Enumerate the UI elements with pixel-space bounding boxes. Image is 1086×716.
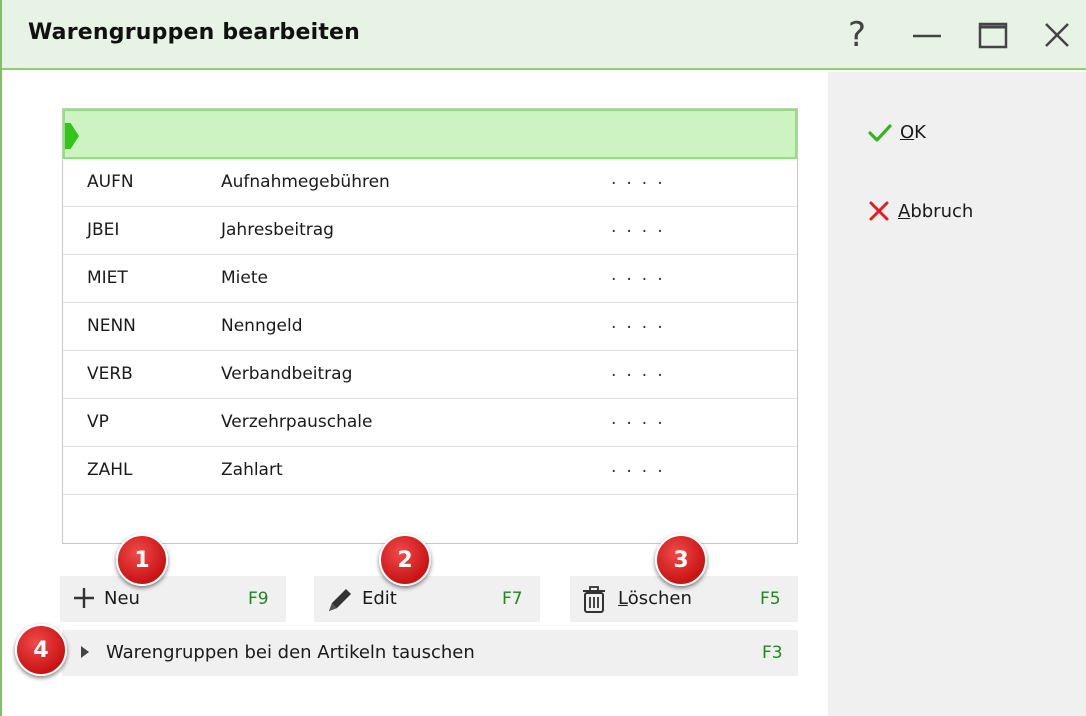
delete-label: Löschen [618,588,692,609]
swap-groups-button[interactable]: Warengruppen bei den Artikeln tauschen F… [62,630,798,676]
selected-empty-row[interactable] [63,109,797,159]
cancel-x-icon [869,201,889,221]
table-row[interactable]: VERB Verbandbeitrag .... [63,351,797,399]
maximize-icon [978,22,1008,49]
swap-groups-shortcut: F3 [762,643,783,663]
dialog-window: Warengruppen bearbeiten ? OK Abbruch AUF… [0,0,1086,716]
pencil-icon [329,589,351,611]
cancel-label: Abbruch [898,200,974,222]
row-dots: .... [611,361,673,381]
cancel-button[interactable]: Abbruch [868,200,973,222]
help-button[interactable]: ? [832,10,882,60]
row-code: ZAHL [87,460,133,480]
new-shortcut: F9 [248,589,269,609]
trash-icon [583,586,605,613]
table-row[interactable]: ZAHL Zahlart .... [63,447,797,495]
edit-label: Edit [362,588,397,609]
row-marker-icon [65,123,79,149]
swap-groups-label: Warengruppen bei den Artikeln tauschen [106,642,475,663]
row-dots: .... [611,409,673,429]
row-name: Nenngeld [221,316,303,336]
row-code: VP [87,412,109,432]
annotation-badge-4: 4 [15,624,67,676]
row-name: Aufnahmegebühren [221,172,390,192]
table-row[interactable]: JBEI Jahresbeitrag .... [63,207,797,255]
row-name: Verzehrpauschale [221,412,373,432]
table-row[interactable]: VP Verzehrpauschale .... [63,399,797,447]
annotation-badge-3: 3 [655,534,707,586]
new-button[interactable]: Neu F9 [60,576,286,622]
row-name: Verbandbeitrag [221,364,353,384]
product-group-table[interactable]: AUFN Aufnahmegebühren .... JBEI Jahresbe… [62,108,798,544]
row-name: Jahresbeitrag [221,220,334,240]
row-dots: .... [611,265,673,285]
row-code: NENN [87,316,136,336]
help-icon: ? [847,15,867,55]
table-row[interactable]: AUFN Aufnahmegebühren .... [63,159,797,207]
edit-shortcut: F7 [502,589,523,609]
window-title: Warengruppen bearbeiten [28,20,361,45]
minimize-button[interactable] [902,10,952,60]
new-label: Neu [104,588,140,609]
row-dots: .... [611,217,673,237]
row-code: VERB [87,364,133,384]
row-code: AUFN [87,172,134,192]
side-panel: OK Abbruch [828,72,1086,716]
minimize-icon [913,34,941,38]
plus-icon [74,588,94,608]
maximize-button[interactable] [968,10,1018,60]
close-button[interactable] [1032,10,1082,60]
row-name: Zahlart [221,460,283,480]
edit-button[interactable]: Edit F7 [314,576,540,622]
row-code: MIET [87,268,128,288]
expand-arrow-icon [81,646,89,658]
annotation-badge-1: 1 [116,534,168,586]
check-icon [868,123,892,142]
table-row[interactable]: MIET Miete .... [63,255,797,303]
row-dots: .... [611,457,673,477]
delete-shortcut: F5 [760,589,781,609]
row-dots: .... [611,169,673,189]
row-name: Miete [221,268,268,288]
row-code: JBEI [87,220,120,240]
ok-button[interactable]: OK [868,122,926,143]
close-icon [1045,23,1069,47]
title-bar: Warengruppen bearbeiten ? [2,0,1086,70]
row-dots: .... [611,313,673,333]
annotation-badge-2: 2 [379,534,431,586]
table-row[interactable]: NENN Nenngeld .... [63,303,797,351]
ok-label: OK [900,122,926,143]
